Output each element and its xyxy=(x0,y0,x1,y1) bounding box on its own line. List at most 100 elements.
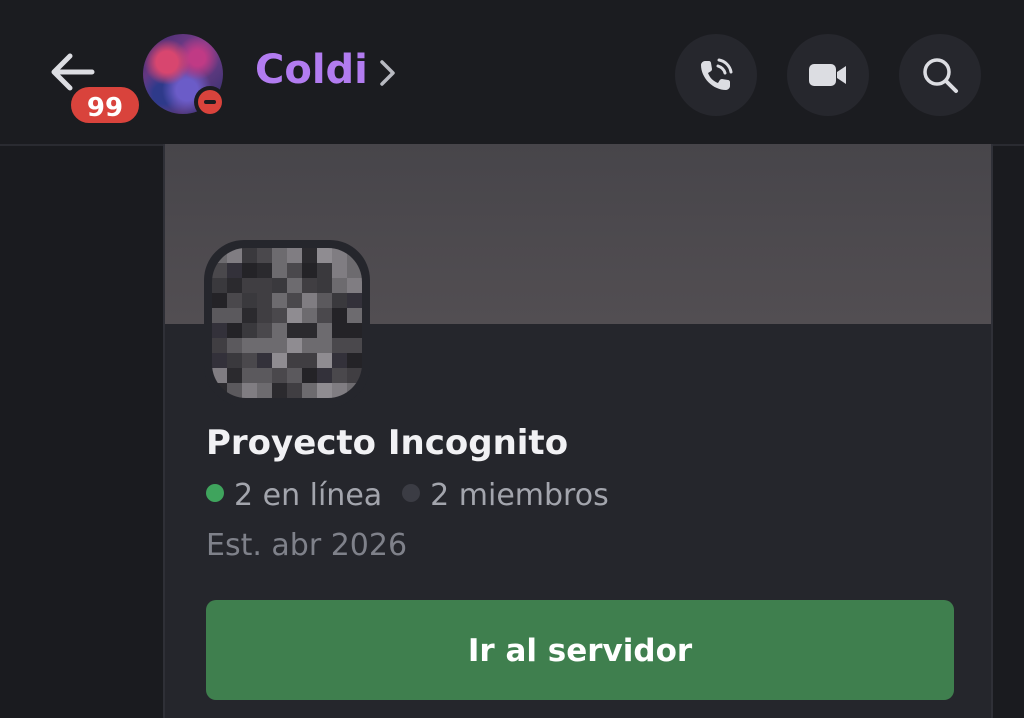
server-icon-pixel xyxy=(242,353,257,368)
server-icon-pixel xyxy=(227,323,242,338)
video-camera-icon xyxy=(809,64,846,86)
server-icon-pixel xyxy=(287,323,302,338)
members-status-dot xyxy=(402,484,421,502)
server-icon-pixel xyxy=(317,278,332,293)
server-name: Proyecto Incognito xyxy=(206,423,569,463)
server-icon-pixel xyxy=(347,338,362,353)
server-icon-pixel xyxy=(272,323,287,338)
server-icon-pixel xyxy=(227,308,242,323)
server-icon-pixel xyxy=(257,338,272,353)
server-icon-pixel xyxy=(287,248,302,263)
server-icon-pixel xyxy=(242,323,257,338)
dnd-status-dot xyxy=(198,90,222,114)
server-icon-pixel xyxy=(242,263,257,278)
server-icon-pixel xyxy=(272,278,287,293)
server-icon-pixel xyxy=(227,278,242,293)
server-icon-pixel xyxy=(302,368,317,383)
server-icon-pixel xyxy=(287,308,302,323)
server-icon-pixel xyxy=(317,308,332,323)
server-icon-pixel xyxy=(287,383,302,398)
server-icon-pixel xyxy=(317,248,332,263)
server-icon-pixel xyxy=(227,353,242,368)
server-icon-pixel xyxy=(317,368,332,383)
server-icon-pixel xyxy=(332,353,347,368)
search-button[interactable] xyxy=(899,34,981,116)
server-icon-pixel xyxy=(332,293,347,308)
server-icon-pixel xyxy=(332,338,347,353)
server-icon-pixel xyxy=(257,293,272,308)
server-icon-pixel xyxy=(302,308,317,323)
server-stats: 2 en línea 2 miembros xyxy=(206,476,609,516)
server-icon-pixel xyxy=(212,263,227,278)
channel-title[interactable]: Coldi xyxy=(255,44,368,96)
server-icon-pixel xyxy=(272,248,287,263)
chevron-right-icon[interactable] xyxy=(378,58,398,88)
server-icon-pixel xyxy=(257,383,272,398)
server-icon-pixel xyxy=(227,368,242,383)
server-icon-pixel xyxy=(332,263,347,278)
server-icon-pixel xyxy=(332,368,347,383)
server-icon-pixel xyxy=(212,368,227,383)
server-icon-pixel xyxy=(257,278,272,293)
server-icon-pixel xyxy=(212,293,227,308)
server-icon-pixel xyxy=(257,368,272,383)
server-icon-pixel xyxy=(212,338,227,353)
server-icon-pixel xyxy=(272,353,287,368)
server-icon-pixel xyxy=(257,248,272,263)
server-icon-frame xyxy=(204,240,370,406)
server-icon-pixel xyxy=(242,278,257,293)
server-icon-pixel xyxy=(212,278,227,293)
server-icon-pixel xyxy=(287,278,302,293)
server-icon-pixel xyxy=(287,338,302,353)
dnd-status-bar xyxy=(204,100,216,104)
server-icon-pixel xyxy=(347,383,362,398)
server-icon-pixel xyxy=(272,263,287,278)
server-icon-pixel xyxy=(257,353,272,368)
dm-screen: 99 Coldi Proyecto Incognito 2 en línea 2… xyxy=(0,0,1024,718)
server-icon-pixel xyxy=(302,293,317,308)
server-icon-pixel xyxy=(332,383,347,398)
server-icon xyxy=(212,248,362,398)
server-icon-pixel xyxy=(257,263,272,278)
search-icon xyxy=(923,58,958,93)
server-icon-pixel xyxy=(227,383,242,398)
online-count: 2 en línea xyxy=(234,478,383,513)
server-icon-pixel xyxy=(212,323,227,338)
server-icon-pixel xyxy=(272,383,287,398)
server-icon-pixel xyxy=(302,338,317,353)
online-status-dot xyxy=(206,484,224,502)
server-icon-pixel xyxy=(332,323,347,338)
server-icon-pixel xyxy=(287,353,302,368)
dm-header: 99 Coldi xyxy=(0,0,1024,146)
server-icon-pixel xyxy=(317,293,332,308)
voice-call-button[interactable] xyxy=(675,34,757,116)
server-icon-pixel xyxy=(332,278,347,293)
server-icon-pixel xyxy=(347,353,362,368)
server-icon-pixel xyxy=(227,293,242,308)
server-icon-pixel xyxy=(347,263,362,278)
server-icon-pixel xyxy=(227,338,242,353)
server-icon-pixel xyxy=(317,323,332,338)
member-count: 2 miembros xyxy=(430,478,609,513)
go-to-server-button[interactable]: Ir al servidor xyxy=(206,600,954,700)
server-icon-pixel xyxy=(242,248,257,263)
server-icon-pixel xyxy=(242,293,257,308)
server-icon-pixel xyxy=(347,293,362,308)
server-icon-pixel xyxy=(332,248,347,263)
server-icon-pixel xyxy=(347,278,362,293)
server-icon-pixel xyxy=(317,383,332,398)
server-icon-pixel xyxy=(272,368,287,383)
server-icon-pixel xyxy=(287,368,302,383)
unread-count-badge: 99 xyxy=(68,84,142,126)
server-icon-pixel xyxy=(317,353,332,368)
server-icon-pixel xyxy=(257,308,272,323)
server-icon-pixel xyxy=(272,308,287,323)
video-call-button[interactable] xyxy=(787,34,869,116)
server-icon-pixel xyxy=(302,383,317,398)
server-icon-pixel xyxy=(317,338,332,353)
server-icon-pixel xyxy=(257,323,272,338)
server-icon-pixel xyxy=(212,353,227,368)
server-icon-pixel xyxy=(302,263,317,278)
server-icon-pixel xyxy=(227,248,242,263)
server-established-date: Est. abr 2026 xyxy=(206,528,408,563)
